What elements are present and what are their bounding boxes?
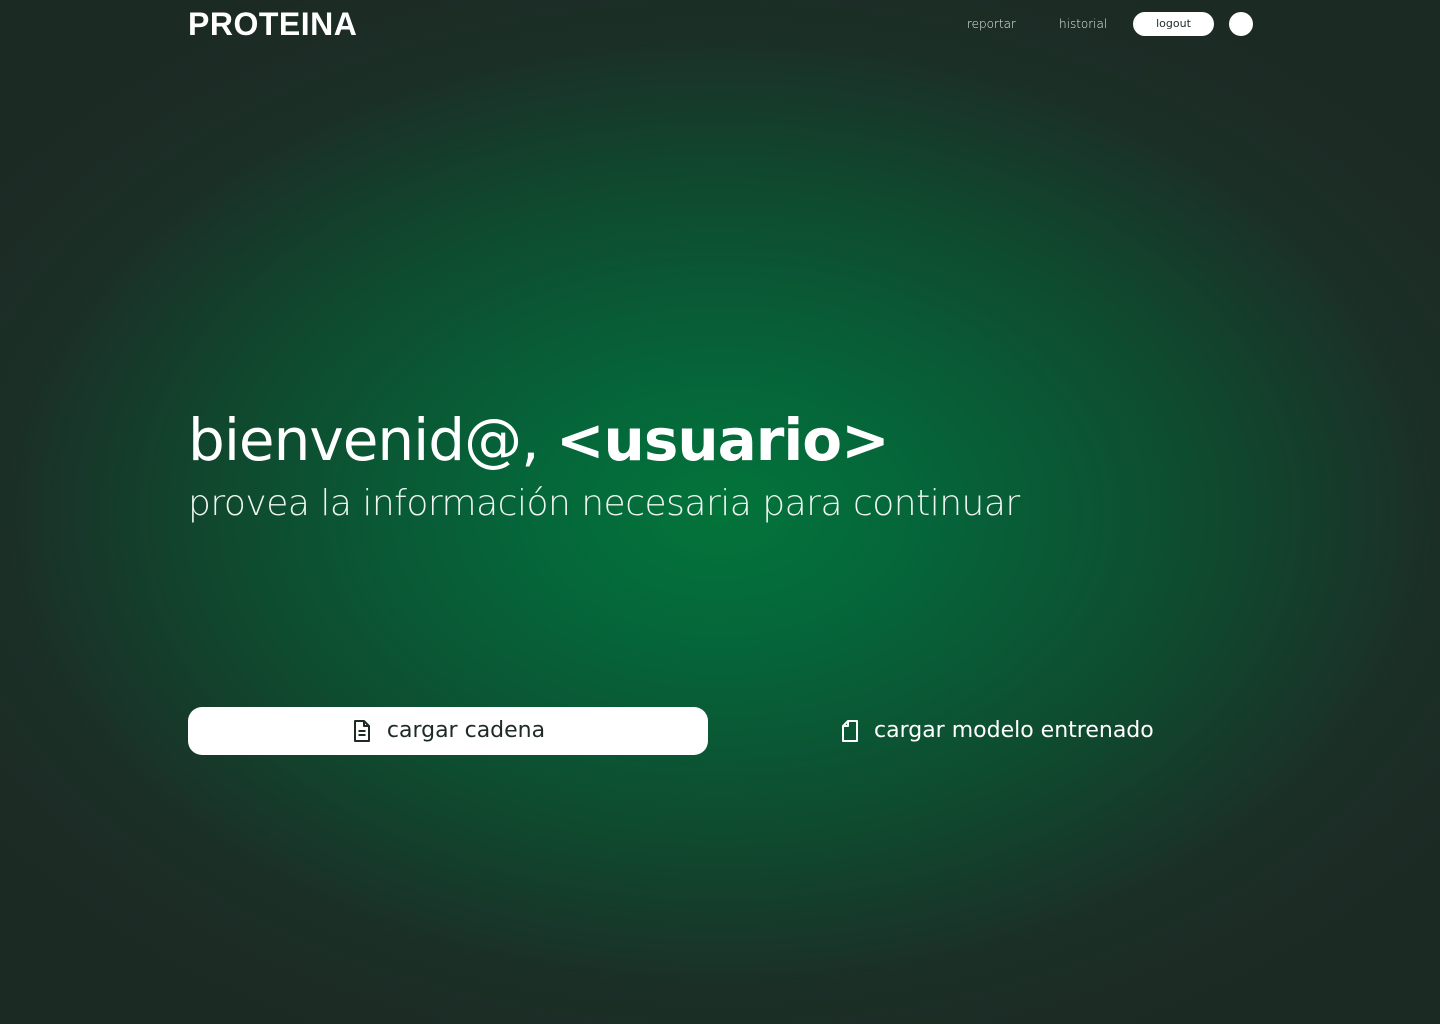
load-chain-button[interactable]: cargar cadena <box>188 707 708 755</box>
nav-link-historial[interactable]: historial <box>1059 16 1107 32</box>
welcome-prefix: bienvenid@, <box>188 406 556 474</box>
nav-link-reportar[interactable]: reportar <box>967 16 1016 32</box>
username: <usuario> <box>555 406 890 474</box>
app-logo[interactable]: PROTEINA <box>188 6 357 42</box>
document-icon <box>351 719 373 743</box>
file-icon <box>840 719 862 743</box>
user-avatar[interactable] <box>1229 12 1253 36</box>
load-trained-model-button[interactable]: cargar modelo entrenado <box>840 707 1154 755</box>
load-trained-model-label: cargar modelo entrenado <box>874 718 1154 743</box>
welcome-heading: bienvenid@, <usuario> <box>188 402 890 478</box>
load-chain-label: cargar cadena <box>386 718 546 743</box>
logout-button[interactable]: logout <box>1133 12 1214 36</box>
top-nav-bar: PROTEINA reportar historial logout <box>0 0 1440 48</box>
instructions-subtitle: provea la información necesaria para con… <box>188 483 1020 524</box>
